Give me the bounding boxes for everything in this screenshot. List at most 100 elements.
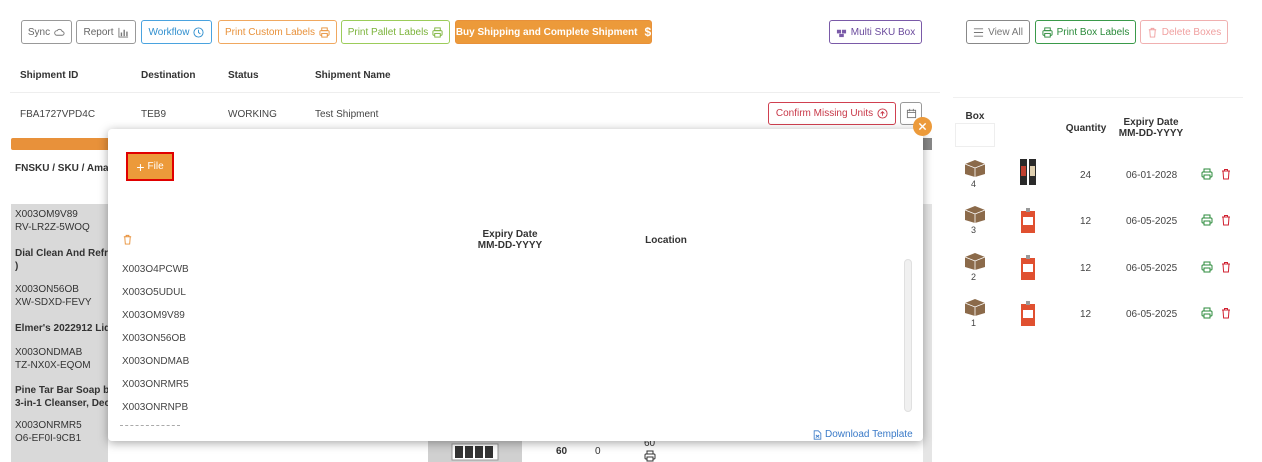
fnsku-item-partial	[120, 422, 190, 428]
shipment-id-value: FBA1727VPD4C	[20, 109, 96, 120]
product-image	[1021, 208, 1035, 233]
box-quantity: 12	[1080, 263, 1092, 274]
fnsku-item: X003O5UDUL	[122, 287, 186, 298]
bottom-quantity: 60	[556, 446, 568, 457]
box-expiry: 06-05-2025	[1126, 216, 1178, 227]
list-item: Pine Tar Bar Soap by	[15, 385, 108, 396]
printer-icon	[432, 26, 443, 38]
box-expiry: 06-05-2025	[1126, 309, 1178, 320]
destination-value: TEB9	[141, 109, 167, 120]
box-header-cell	[955, 123, 995, 147]
fnsku-item: X003ONRMR5	[122, 379, 189, 390]
fnsku-item: X003ONRNPB	[122, 402, 189, 413]
sync-button[interactable]: Sync	[21, 20, 72, 44]
download-template-link[interactable]: Download Template	[813, 429, 913, 440]
box-expiry: 06-01-2028	[1126, 170, 1178, 181]
list-item: O6-EF0I-9CB1	[15, 433, 82, 444]
trash-icon[interactable]	[122, 234, 133, 245]
add-file-button[interactable]: + File	[126, 152, 174, 181]
boxes-icon	[836, 29, 846, 37]
product-image	[1021, 301, 1035, 326]
list-item: X003ONRMR5	[15, 420, 82, 431]
box-icon	[964, 299, 986, 316]
clock-icon	[193, 26, 205, 38]
boxes-panel	[953, 97, 1243, 462]
box-expiry: 06-05-2025	[1126, 263, 1178, 274]
box-quantity: 24	[1080, 170, 1092, 181]
box-icon	[964, 253, 986, 270]
calendar-icon	[906, 108, 916, 119]
box-header: Box	[965, 111, 985, 122]
product-thumbnail-panel	[428, 440, 522, 462]
fnsku-item: X003OM9V89	[122, 310, 185, 321]
delete-boxes-button[interactable]: Delete Boxes	[1140, 20, 1228, 44]
product-image	[1020, 159, 1036, 185]
confirm-missing-units-button[interactable]: Confirm Missing Units	[768, 102, 896, 125]
box-icon	[964, 160, 986, 177]
report-button[interactable]: Report	[76, 20, 136, 44]
header-divider	[10, 92, 940, 93]
workflow-button[interactable]: Workflow	[141, 20, 212, 44]
list-item: X003ONDMAB	[15, 347, 83, 358]
list-item: Dial Clean And Refresh	[15, 248, 108, 259]
list-icon	[973, 27, 984, 37]
box-number: 3	[971, 225, 977, 235]
close-modal-button[interactable]	[913, 117, 932, 136]
trash-icon[interactable]	[1220, 168, 1232, 180]
product-image	[451, 443, 499, 461]
location-header: Location	[645, 235, 687, 246]
shipment-name-header: Shipment Name	[315, 70, 391, 81]
expiry-date-header: Expiry Date MM-DD-YYYY	[477, 229, 543, 251]
bottom-zero: 0	[595, 446, 601, 457]
printer-icon[interactable]	[1201, 214, 1213, 226]
shipment-id-header: Shipment ID	[20, 70, 79, 81]
list-item: TZ-NX0X-EQOM	[15, 360, 91, 371]
file-icon	[813, 429, 822, 440]
printer-icon[interactable]	[1201, 261, 1213, 273]
multi-sku-box-button[interactable]: Multi SKU Box	[829, 20, 922, 44]
box-number: 4	[971, 179, 977, 189]
outer-scrollbar[interactable]	[923, 204, 932, 462]
list-item: RV-LR2Z-5WOQ	[15, 222, 90, 233]
trash-icon	[1148, 27, 1156, 38]
print-pallet-labels-button[interactable]: Print Pallet Labels	[341, 20, 450, 44]
box-quantity: 12	[1080, 309, 1092, 320]
status-value: WORKING	[228, 109, 277, 120]
plus-icon: +	[136, 158, 145, 175]
box-number: 2	[971, 272, 977, 282]
list-item: XW-SDXD-FEVY	[15, 297, 92, 308]
print-box-labels-button[interactable]: Print Box Labels	[1035, 20, 1136, 44]
expiry-date-header: Expiry Date MM-DD-YYYY	[1118, 117, 1184, 139]
quantity-header: Quantity	[1065, 123, 1107, 134]
product-image	[1021, 255, 1035, 280]
cloud-upload-icon	[877, 108, 888, 119]
progress-bar	[11, 138, 121, 150]
box-quantity: 12	[1080, 216, 1092, 227]
status-header: Status	[228, 70, 259, 81]
fnsku-item: X003O4PCWB	[122, 264, 189, 275]
printer-icon[interactable]	[1201, 307, 1213, 319]
destination-header: Destination	[141, 70, 196, 81]
view-all-button[interactable]: View All	[966, 20, 1030, 44]
trash-icon[interactable]	[1220, 307, 1232, 319]
close-icon	[918, 122, 927, 131]
trash-icon[interactable]	[1220, 261, 1232, 273]
list-item: X003OM9V89	[15, 209, 78, 220]
list-item: 3-in-1 Cleanser, Dec	[15, 398, 108, 409]
scrollbar-top[interactable]	[922, 138, 932, 150]
trash-icon[interactable]	[1220, 214, 1232, 226]
cloud-sync-icon	[54, 28, 65, 36]
bar-chart-icon	[117, 27, 128, 38]
list-item: )	[15, 261, 19, 272]
printer-icon	[1042, 26, 1053, 38]
fnsku-item: X003ONDMAB	[122, 356, 190, 367]
buy-shipping-button[interactable]: Buy Shipping and Complete Shipment $	[455, 20, 652, 44]
printer-icon[interactable]	[644, 450, 656, 462]
dollar-icon: $	[644, 25, 652, 39]
printer-icon[interactable]	[1201, 168, 1213, 180]
print-custom-labels-button[interactable]: Print Custom Labels	[218, 20, 337, 44]
list-item: Elmer's 2022912 Liquid	[15, 323, 108, 334]
fnsku-item: X003ON56OB	[122, 333, 186, 344]
shipment-name-value: Test Shipment	[315, 109, 379, 120]
modal-scrollbar[interactable]	[904, 259, 912, 412]
